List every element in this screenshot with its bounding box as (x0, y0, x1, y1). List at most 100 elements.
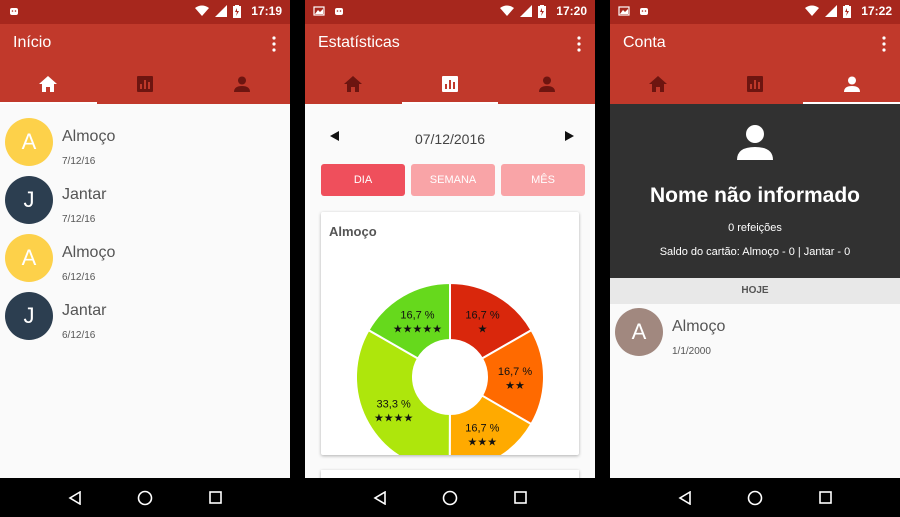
tab-home[interactable] (0, 64, 97, 104)
wifi-icon (500, 5, 515, 16)
period-month-button[interactable]: MÊS (501, 164, 585, 196)
status-bar: 17:20 (305, 0, 595, 24)
item-title: Almoço (62, 244, 116, 261)
period-day-button[interactable]: DIA (321, 164, 405, 196)
slice-stars-label: ★★★ (468, 435, 498, 448)
home-icon (344, 76, 363, 92)
tab-bar (0, 64, 290, 104)
person-icon (233, 76, 250, 92)
period-selector: DIA SEMANA MÊS (321, 164, 585, 196)
back-icon[interactable] (68, 490, 82, 505)
tab-home[interactable] (610, 64, 707, 104)
list-item[interactable]: A Almoço 6/12/16 (0, 234, 290, 292)
tab-account[interactable] (803, 64, 900, 104)
person-icon (843, 76, 860, 92)
signal-icon (215, 5, 228, 17)
system-nav-bar (305, 478, 595, 517)
system-nav-bar (610, 478, 900, 517)
item-date: 7/12/16 (62, 156, 96, 167)
wifi-icon (195, 5, 210, 16)
tab-stats[interactable] (401, 64, 499, 104)
item-date: 7/12/16 (62, 214, 96, 225)
home-icon (649, 76, 668, 92)
home-circle-icon[interactable] (747, 490, 763, 506)
android-notification-icon (10, 8, 18, 15)
item-date: 1/1/2000 (672, 346, 711, 357)
profile-header: Nome não informado 0 refeições Saldo do … (610, 104, 900, 278)
app-bar: Início (0, 24, 290, 64)
item-date: 6/12/16 (62, 272, 96, 283)
status-bar: 17:19 (0, 0, 290, 24)
meal-list: A Almoço 7/12/16 J Jantar 7/12/16 A Almo… (0, 104, 290, 350)
list-item[interactable]: J Jantar 7/12/16 (0, 176, 290, 234)
battery-icon (233, 4, 242, 18)
period-week-button[interactable]: SEMANA (411, 164, 495, 196)
item-date: 6/12/16 (62, 330, 96, 341)
item-title: Jantar (62, 302, 107, 319)
donut-chart: 16,7 %★16,7 %★★16,7 %★★★33,3 %★★★★16,7 %… (355, 281, 545, 455)
chart-icon (137, 76, 153, 92)
status-time: 17:20 (556, 4, 587, 18)
phone-estatisticas: 17:20 Estatísticas 07/12/2016 DIA SEMANA… (305, 0, 595, 517)
avatar: J (5, 292, 53, 340)
home-circle-icon[interactable] (137, 490, 153, 506)
tab-account[interactable] (498, 64, 595, 104)
image-notification-icon (618, 6, 630, 16)
app-bar: Conta (610, 24, 900, 64)
next-date-icon[interactable] (563, 129, 577, 143)
battery-icon (843, 4, 852, 18)
overflow-menu-icon[interactable] (577, 36, 581, 52)
slice-stars-label: ★★ (505, 379, 525, 392)
recents-icon[interactable] (209, 491, 222, 504)
back-icon[interactable] (373, 490, 387, 505)
app-bar: Estatísticas (305, 24, 595, 64)
tab-stats[interactable] (707, 64, 804, 104)
image-notification-icon (313, 6, 325, 16)
list-item[interactable]: A Almoço 1/1/2000 (610, 308, 900, 366)
tab-home[interactable] (305, 64, 402, 104)
wifi-icon (805, 5, 820, 16)
signal-icon (825, 5, 838, 17)
tab-bar (305, 64, 595, 104)
slice-percent-label: 16,7 % (498, 366, 532, 378)
list-item[interactable]: A Almoço 7/12/16 (0, 118, 290, 176)
status-time: 17:22 (861, 4, 892, 18)
card-balance: Saldo do cartão: Almoço - 0 | Jantar - 0 (659, 246, 851, 258)
item-title: Almoço (62, 128, 116, 145)
overflow-menu-icon[interactable] (272, 36, 276, 52)
section-header-today: HOJE (610, 278, 900, 304)
list-item[interactable]: J Jantar 6/12/16 (0, 292, 290, 350)
page-title: Conta (623, 34, 666, 51)
phone-conta: 17:22 Conta Nome não informado 0 refeiçõ… (610, 0, 900, 517)
item-title: Almoço (672, 318, 726, 335)
chart-card: Almoço 16,7 % ★ 16,7 % ★★ 16,7 % ★★★ 33,3 % ★★★… (321, 212, 579, 455)
slice-stars-label: ★★★★ (374, 411, 414, 424)
slice-stars-label: ★ (478, 323, 488, 336)
slice-percent-label: 16,7 % (465, 422, 499, 434)
profile-name: Nome não informado (649, 184, 860, 207)
back-icon[interactable] (678, 490, 692, 505)
status-time: 17:19 (251, 4, 282, 18)
recents-icon[interactable] (514, 491, 527, 504)
avatar: A (5, 234, 53, 282)
battery-icon (538, 4, 547, 18)
page-title: Estatísticas (318, 34, 400, 51)
phone-inicio: 17:19 Início A Almoço 7/12/16 J Jantar 7… (0, 0, 290, 517)
android-notification-icon (640, 8, 648, 15)
tab-stats[interactable] (97, 64, 194, 104)
slice-percent-label: 33,3 % (377, 398, 411, 410)
android-notification-icon (335, 8, 343, 15)
today-list: A Almoço 1/1/2000 (610, 304, 900, 366)
recents-icon[interactable] (819, 491, 832, 504)
meal-count: 0 refeições (728, 222, 782, 234)
screenshot-stage: 17:19 Início A Almoço 7/12/16 J Jantar 7… (0, 0, 900, 517)
chart-icon (442, 76, 458, 92)
avatar: A (5, 118, 53, 166)
tab-account[interactable] (193, 64, 290, 104)
system-nav-bar (0, 478, 290, 517)
home-circle-icon[interactable] (442, 490, 458, 506)
item-title: Jantar (62, 186, 107, 203)
overflow-menu-icon[interactable] (882, 36, 886, 52)
status-bar: 17:22 (610, 0, 900, 24)
profile-person-icon (737, 125, 773, 160)
